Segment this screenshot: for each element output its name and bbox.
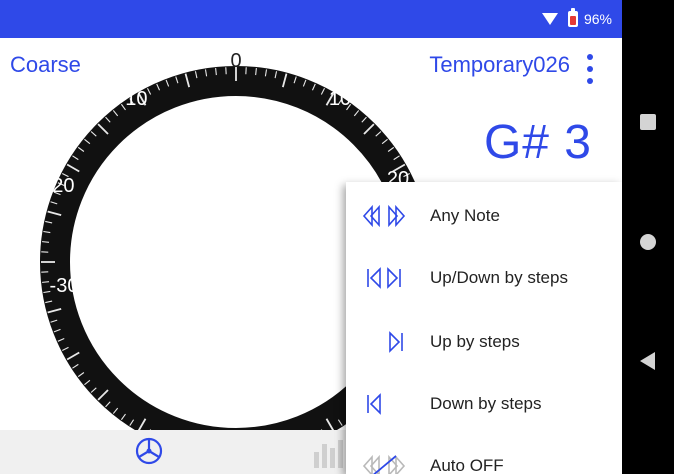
overflow-menu-icon[interactable] (586, 54, 594, 84)
scale-label-0: 0 (230, 50, 241, 72)
scale-label-minus-30: -30 (50, 275, 79, 297)
recents-icon[interactable] (640, 114, 656, 130)
note-mode-menu: Any Note Up/Down by steps Up by steps Do… (346, 182, 622, 474)
bar-meter-icon[interactable] (312, 438, 346, 468)
app-screen: 96% 0 10 -10 -20 20 -30 -40 -60 -50 Coar… (0, 0, 622, 474)
tuning-mode-label[interactable]: Coarse (10, 52, 81, 78)
dial-tick (42, 241, 50, 243)
scale-label-minus-20: -20 (46, 175, 75, 197)
menu-item-auto-off[interactable]: Auto OFF (346, 436, 622, 474)
back-icon[interactable] (640, 352, 655, 370)
auto-off-icon (362, 451, 406, 474)
detected-note: G# 3 (483, 116, 592, 169)
scale-label-minus-10: -10 (119, 88, 148, 110)
up-down-steps-icon (362, 263, 406, 293)
steering-wheel-icon[interactable] (134, 436, 164, 466)
menu-item-label: Up by steps (430, 332, 520, 351)
wifi-icon (541, 13, 558, 25)
up-steps-icon (362, 327, 406, 357)
battery-icon (567, 8, 578, 27)
menu-item-down-steps[interactable]: Down by steps (346, 374, 622, 434)
menu-item-any-note[interactable]: Any Note (346, 186, 622, 246)
scale-label-minus-40: -40 (117, 365, 146, 387)
battery-percent: 96% (583, 11, 612, 27)
down-steps-icon (362, 389, 406, 419)
status-icons: 96% (541, 0, 612, 38)
home-icon[interactable] (640, 234, 656, 250)
menu-item-label: Up/Down by steps (430, 268, 568, 287)
dial-tick (255, 68, 257, 76)
status-bar: 96% (0, 0, 622, 38)
menu-item-up-down-steps[interactable]: Up/Down by steps (346, 248, 622, 308)
scale-label-minus-50: -50 (222, 398, 251, 420)
scale-label-10: 10 (329, 88, 351, 110)
menu-item-label: Down by steps (430, 394, 542, 413)
dial-tick (215, 68, 217, 76)
any-note-icon (362, 201, 406, 231)
profile-name[interactable]: Temporary026 (429, 52, 570, 78)
android-nav-bar (622, 0, 674, 474)
menu-item-up-steps[interactable]: Up by steps (346, 312, 622, 372)
dial-tick (42, 281, 50, 283)
menu-item-label: Auto OFF (430, 456, 504, 474)
menu-item-label: Any Note (430, 206, 500, 225)
